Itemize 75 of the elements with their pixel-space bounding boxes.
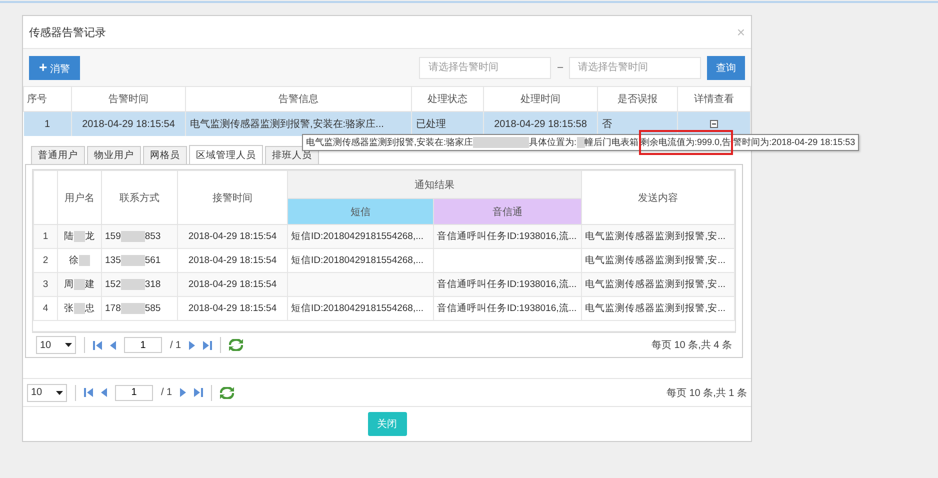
column-header: 处理状态 (412, 86, 484, 112)
end-time-field[interactable]: 请选择告警时间 (569, 56, 701, 78)
table-cell: 电气监测传感器监测到报警,安... (582, 224, 734, 248)
alarm-row[interactable]: 1 2018-04-29 18:15:54 电气监测传感器监测到报警,安装在:骆家庄... 已处理 2018-04-29 18:15:58 否 (24, 112, 750, 136)
previous-page-icon[interactable] (110, 340, 116, 350)
page-size-select[interactable]: 10 (36, 336, 76, 354)
column-header: 接警时间 (178, 170, 288, 224)
row-number: 3 (34, 272, 58, 296)
table-cell: 陆 龙 (64, 230, 95, 243)
page-summary: 每页 10 条,共 4 条 (651, 338, 732, 352)
table-cell: 135 561 (105, 255, 161, 266)
tooltip-text: 具体位置为: (529, 136, 577, 149)
table-cell: 电气监测传感器监测到报警,安... (582, 272, 734, 296)
tab[interactable]: 区域管理人员 (189, 145, 263, 164)
table-cell: 周 建 (64, 278, 95, 291)
table-cell: 178 585 (105, 303, 161, 314)
table-cell: 音信通呼叫任务ID:1938016,流... (434, 224, 582, 248)
table-cell: 2018-04-29 18:15:54 (178, 272, 288, 296)
page-total: / 1 (161, 387, 172, 398)
table-cell: 电气监测传感器监测到报警,安... (582, 296, 734, 320)
page-number-field[interactable]: 1 (124, 337, 162, 353)
last-page-icon[interactable] (203, 340, 212, 350)
table-cell: 2018-04-29 18:15:54 (72, 112, 186, 136)
previous-page-icon[interactable] (101, 388, 107, 397)
column-header: 发送内容 (582, 170, 734, 224)
table-cell: 152 318 (105, 279, 161, 290)
tooltip-text: 警时间为:2018-04-29 18:15:53 (733, 136, 856, 149)
page-size-select[interactable]: 10 (27, 384, 67, 402)
column-header: 序号 (24, 86, 72, 112)
collapse-icon[interactable] (710, 120, 718, 128)
table-cell: 徐 (69, 254, 90, 267)
table-cell: 电气监测传感器监测到报警,安装在:骆家庄... (186, 112, 412, 136)
caret-icon (65, 343, 72, 347)
table-cell: 短信ID:20180429181554268,... (288, 296, 434, 320)
column-header: 短信 (288, 198, 434, 224)
table-cell: 159 853 (105, 231, 161, 242)
column-header: 告警信息 (186, 86, 412, 112)
query-button[interactable]: 查询 (707, 56, 745, 80)
next-page-icon[interactable] (189, 340, 196, 350)
column-header: 用户名 (58, 170, 102, 224)
table-cell: 张 忠 (64, 302, 95, 315)
caret-icon (56, 390, 63, 394)
row-number: 4 (34, 296, 58, 320)
tab[interactable]: 网格员 (143, 146, 187, 164)
first-page-icon[interactable] (84, 388, 93, 397)
page-total: / 1 (170, 340, 182, 350)
range-separator: – (557, 62, 563, 73)
tooltip-text: 幢后门电表箱 (584, 136, 639, 149)
column-header: 告警时间 (72, 86, 186, 112)
first-page-icon[interactable] (93, 340, 102, 350)
refresh-icon[interactable] (229, 339, 244, 351)
tooltip-text: 电气监测传感器监测到报警,安装在:骆家庄 (306, 136, 474, 149)
last-page-icon[interactable] (194, 388, 204, 397)
tab[interactable]: 物业用户 (87, 146, 141, 164)
column-header: 是否误报 (598, 86, 678, 112)
column-header: 处理时间 (484, 86, 598, 112)
table-cell: 音信通呼叫任务ID:1938016,流... (434, 296, 582, 320)
column-header: 通知结果 (288, 170, 582, 198)
start-time-field[interactable]: 请选择告警时间 (419, 56, 552, 78)
page-summary: 每页 10 条,共 1 条 (666, 386, 747, 400)
column-header: 详情查看 (678, 86, 750, 112)
table-cell: 短信ID:20180429181554268,... (288, 224, 434, 248)
column-header: 联系方式 (102, 170, 178, 224)
table-cell: 2018-04-29 18:15:54 (178, 296, 288, 320)
table-cell: 音信通呼叫任务ID:1938016,流... (434, 272, 582, 296)
row-number: 1 (34, 224, 58, 248)
window-title: 传感器告警记录 (29, 26, 107, 40)
table-cell: 2018-04-29 18:15:54 (178, 224, 288, 248)
next-page-icon[interactable] (180, 388, 186, 397)
dismiss-alarm-button[interactable]: + 消警 (29, 56, 80, 80)
tab[interactable]: 普通用户 (31, 146, 85, 164)
refresh-icon[interactable] (220, 386, 234, 398)
column-header: 音信通 (434, 198, 582, 224)
page-number-field[interactable]: 1 (115, 384, 153, 400)
table-cell: 1 (24, 112, 72, 136)
